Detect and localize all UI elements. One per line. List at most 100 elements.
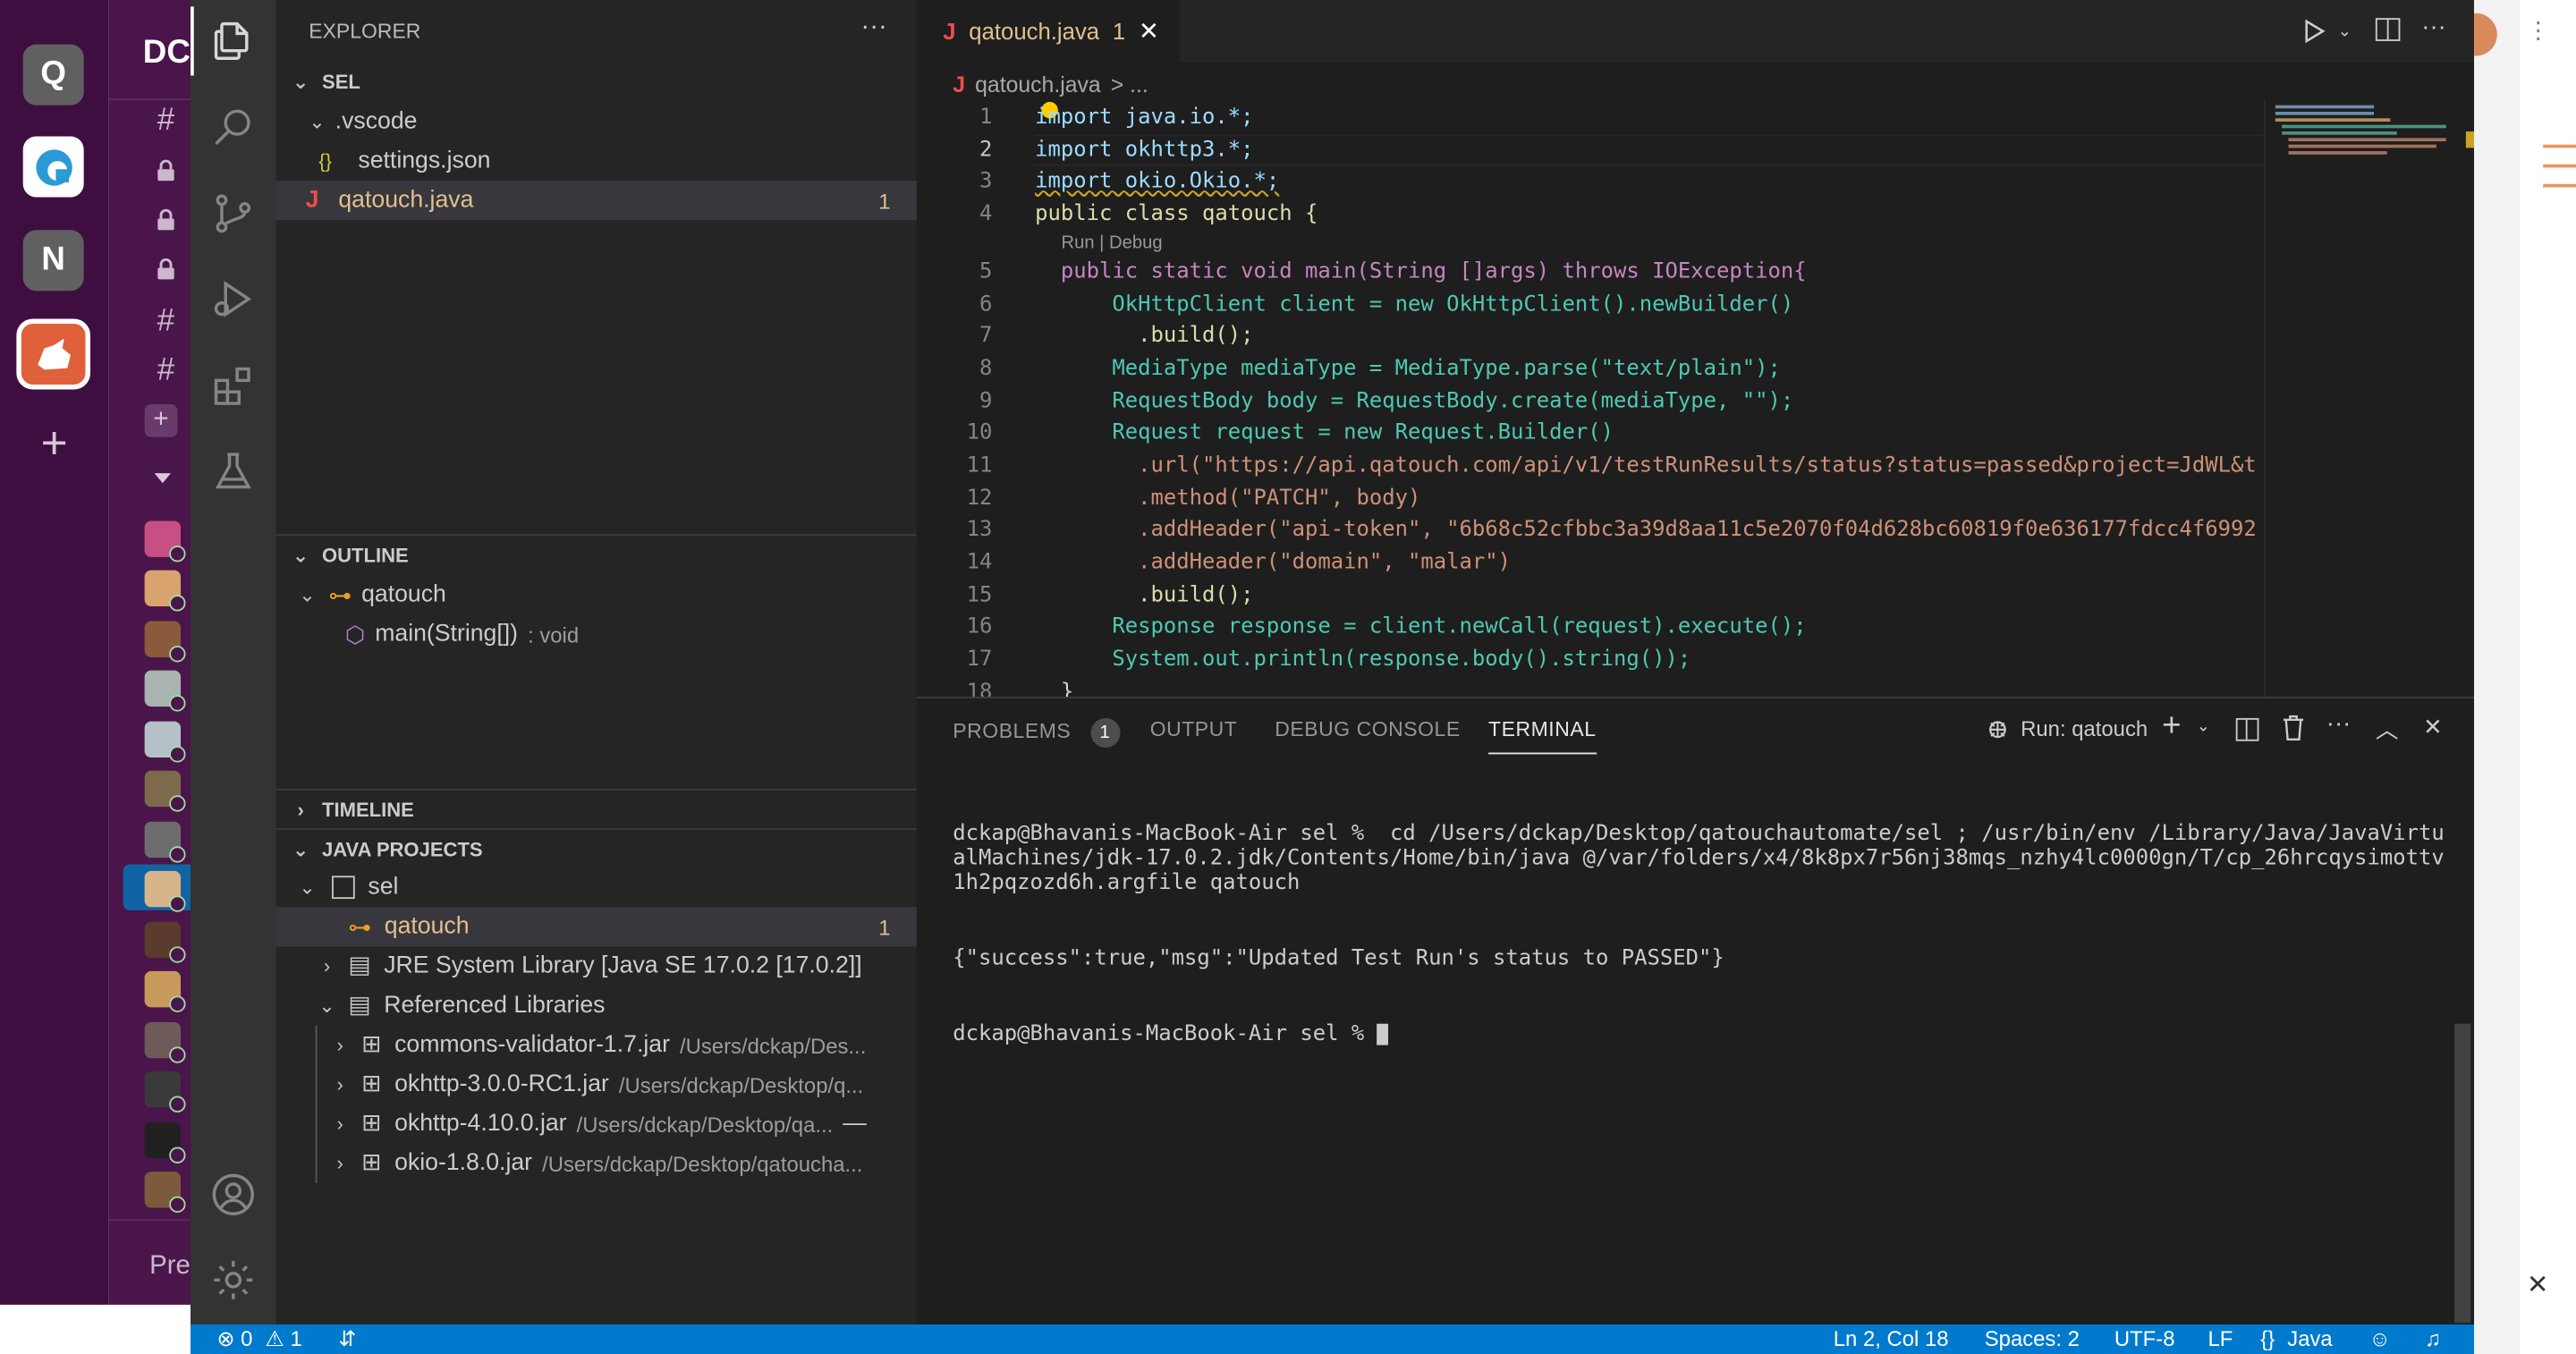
extensions-icon[interactable]	[207, 360, 259, 412]
source-control-icon[interactable]	[207, 187, 259, 240]
cursor-position[interactable]: Ln 2, Col 18	[1834, 1326, 1949, 1351]
dm-avatar[interactable]	[144, 1172, 186, 1214]
feedback-icon[interactable]: ☺	[2369, 1326, 2391, 1351]
outline-section[interactable]: ⌄ OUTLINE	[276, 537, 917, 573]
workspace-logo-icon	[35, 148, 72, 185]
channel-hash-icon[interactable]: #	[145, 104, 188, 140]
avatar[interactable]	[2474, 13, 2497, 56]
bell-icon[interactable]: ♫	[2425, 1326, 2441, 1351]
dm-avatar[interactable]	[144, 570, 186, 612]
library-icon: ▤	[348, 952, 371, 980]
code-line: MediaType mediaType = MediaType.parse("t…	[1035, 356, 1781, 382]
explorer-icon[interactable]	[207, 15, 259, 68]
chevron-down-icon[interactable]: ⌄	[2197, 718, 2210, 736]
tab-output[interactable]: OUTPUT	[1150, 718, 1238, 741]
testing-icon[interactable]	[207, 445, 259, 498]
dm-avatar[interactable]	[144, 921, 186, 963]
dm-avatar[interactable]	[144, 970, 186, 1012]
dm-avatar[interactable]	[144, 770, 186, 812]
minimap[interactable]	[2263, 98, 2476, 698]
code-editor[interactable]: 1 2 3 4 5 6 7 8 9 10 11 12 13 14 15 16 1…	[917, 98, 2264, 697]
tab-qatouch-java[interactable]: J qatouch.java 1 ✕	[916, 0, 1180, 63]
jre-system-library[interactable]: › ▤ JRE System Library [Java SE 17.0.2 […	[276, 946, 917, 986]
dm-avatar[interactable]	[144, 1121, 186, 1164]
channel-lock-icon[interactable]	[145, 251, 188, 287]
split-editor-icon[interactable]	[2375, 18, 2401, 41]
dm-avatar[interactable]	[144, 621, 186, 663]
library-icon: ▤	[348, 992, 371, 1020]
trash-icon[interactable]	[2282, 715, 2305, 749]
dm-avatar[interactable]	[144, 1071, 186, 1113]
workspace-logo[interactable]	[22, 136, 84, 198]
chevron-down-icon[interactable]: ⌄	[2338, 23, 2351, 41]
problems-status[interactable]: ⊗ 0 ⚠ 1	[216, 1326, 301, 1352]
tab-terminal[interactable]: TERMINAL	[1488, 718, 1597, 755]
dm-avatar[interactable]	[144, 870, 186, 912]
new-terminal-icon[interactable]: +	[2162, 708, 2181, 746]
breadcrumb-rest[interactable]: > ...	[1111, 72, 1148, 97]
outline-class-qatouch[interactable]: ⌄ ⊶ qatouch	[276, 575, 917, 614]
run-button[interactable]	[2303, 18, 2326, 53]
dm-avatar[interactable]	[144, 721, 186, 763]
run-debug-icon[interactable]	[207, 273, 259, 326]
channel-hash-icon[interactable]: #	[145, 353, 188, 389]
channel-lock-icon[interactable]	[145, 153, 188, 189]
account-icon[interactable]	[207, 1168, 259, 1221]
dm-avatar[interactable]	[144, 520, 186, 563]
tree-file-qatouch-java[interactable]: J qatouch.java 1	[275, 181, 917, 221]
folder-section-sel[interactable]: ⌄ SEL	[276, 64, 917, 100]
encoding[interactable]: UTF-8	[2114, 1326, 2175, 1351]
dm-avatar[interactable]	[144, 821, 186, 863]
orange-accent-lines	[2543, 183, 2576, 188]
add-workspace-button[interactable]: +	[33, 419, 76, 465]
channel-lock-icon[interactable]	[145, 202, 188, 238]
json-icon: {}	[318, 149, 333, 173]
jar-item[interactable]: › ⊞ commons-validator-1.7.jar /Users/dck…	[276, 1026, 917, 1065]
java-projects-section[interactable]: ⌄ JAVA PROJECTS	[276, 832, 917, 867]
jar-icon: ⊞	[361, 1111, 382, 1138]
channel-hash-icon[interactable]: #	[145, 304, 188, 340]
more-actions-icon[interactable]: ···	[2421, 13, 2446, 41]
tree-folder-vscode[interactable]: ⌄ .vscode	[276, 102, 917, 141]
jar-item[interactable]: › ⊞ okhttp-4.10.0.jar /Users/dckap/Deskt…	[276, 1104, 917, 1144]
workspace-active[interactable]	[16, 318, 91, 390]
codelens-run-debug[interactable]: Run | Debug	[1062, 233, 1163, 253]
maximize-panel-icon[interactable]: ︿	[2376, 713, 2399, 746]
timeline-section[interactable]: › TIMELINE	[276, 792, 917, 828]
outline-method-main[interactable]: ⬡ main(String[]) : void	[276, 614, 917, 654]
workspace-q[interactable]: Q	[22, 44, 84, 106]
breadcrumb-file[interactable]: qatouch.java	[975, 72, 1101, 97]
workspace-n[interactable]: N	[22, 230, 84, 292]
more-actions-icon[interactable]: ···	[2326, 710, 2351, 738]
chevron-down-icon: ⌄	[309, 110, 326, 133]
chevron-down-icon[interactable]	[154, 473, 172, 484]
jar-item[interactable]: › ⊞ okhttp-3.0.0-RC1.jar /Users/dckap/De…	[276, 1065, 917, 1104]
project-sel[interactable]: ⌄ sel	[276, 867, 917, 907]
dm-avatar[interactable]	[144, 670, 186, 712]
close-icon[interactable]: ✕	[1139, 16, 1159, 46]
split-terminal-icon[interactable]	[2235, 717, 2259, 741]
sync-icon[interactable]: ⇵	[338, 1326, 356, 1352]
terminal-output[interactable]: dckap@Bhavanis-MacBook-Air sel % cd /Use…	[953, 771, 2447, 1097]
explorer-more-button[interactable]: ···	[860, 13, 886, 43]
close-panel-icon[interactable]: ✕	[2423, 713, 2443, 740]
jar-item[interactable]: › ⊞ okio-1.8.0.jar /Users/dckap/Desktop/…	[276, 1144, 917, 1183]
tab-problems[interactable]: PROBLEMS 1	[953, 717, 1120, 749]
terminal-selector[interactable]: Run: qatouch	[1985, 715, 2148, 740]
add-channel-button[interactable]: +	[144, 404, 178, 437]
search-icon[interactable]	[207, 100, 259, 153]
dm-avatar[interactable]	[144, 1021, 186, 1063]
referenced-libraries[interactable]: ⌄ ▤ Referenced Libraries	[276, 986, 917, 1025]
tree-file-settings-json[interactable]: {} settings.json	[276, 141, 917, 181]
language-mode[interactable]: {} Java	[2260, 1326, 2332, 1351]
more-vertical-icon[interactable]: ⋮	[2527, 16, 2550, 44]
end-of-line[interactable]: LF	[2208, 1326, 2233, 1351]
terminal-scrollbar[interactable]	[2454, 1023, 2471, 1324]
close-icon[interactable]: ✕	[2527, 1268, 2549, 1301]
settings-gear-icon[interactable]	[207, 1254, 259, 1307]
indentation[interactable]: Spaces: 2	[1985, 1326, 2080, 1351]
code-line: OkHttpClient client = new OkHttpClient()…	[1035, 292, 1794, 317]
project-class-qatouch[interactable]: ⊶ qatouch 1	[275, 907, 917, 947]
tab-debug-console[interactable]: DEBUG CONSOLE	[1275, 718, 1460, 741]
explorer-title: EXPLORER	[309, 20, 421, 43]
